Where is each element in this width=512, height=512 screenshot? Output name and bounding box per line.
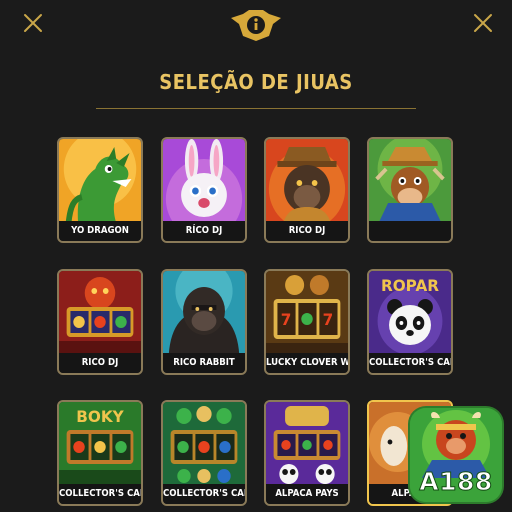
game-card-collectors-card[interactable]: ROPAR COLLECTOR'S CARD [367,269,453,375]
slot-gems-art [163,402,245,486]
game-card-rico-rabbit[interactable]: RICO RABBIT [161,269,247,375]
svg-text:ROPAR: ROPAR [381,276,439,295]
game-card-label: ALPACA PAYS [266,484,348,504]
ape-hat-art [266,139,348,223]
slot-lucky-panda-art [266,402,348,486]
game-card-label: RICO DJ [266,221,348,241]
svg-text:7: 7 [281,310,292,329]
close-icon[interactable] [472,12,494,34]
title-divider [96,108,416,109]
game-card-label: YO DRAGON [59,221,141,241]
dragon-art [59,139,141,223]
a188-logo-text: A188 [419,467,493,497]
cow-miner-art [369,139,451,223]
game-card-label: COLLECTOR'S CARD [369,353,451,373]
game-card-label: LUCKY CLOVER WILD [266,353,348,373]
game-card-label: RICO DJ [59,353,141,373]
svg-text:BOKY: BOKY [76,407,124,426]
page-title: SELEÇÃO DE JIUAS [159,70,353,94]
game-card-yo-dragon[interactable]: YO DRAGON [57,137,143,243]
game-card-rico-dj-3[interactable]: RICO DJ [57,269,143,375]
slot-boky-art: BOKY [59,402,141,486]
a188-app-badge[interactable]: A188 [410,408,502,502]
slot-red-art [59,271,141,355]
top-bar [0,0,512,60]
game-card-collectors-card-3[interactable]: COLLECTOR'S CARD [161,400,247,506]
game-card-label: RÍCO DJ [163,221,245,241]
rabbit-art [163,139,245,223]
game-card-label: COLLECTOR'S CARD [59,484,141,504]
panda-ropar-art: ROPAR [369,271,451,355]
game-card-rico-dj[interactable]: RÍCO DJ [161,137,247,243]
slot-gold-art: 7 7 [266,271,348,355]
game-card-alpaca-pays[interactable]: ALPACA PAYS [264,400,350,506]
game-card-rico-dj-2[interactable]: RICO DJ [264,137,350,243]
info-badge-icon[interactable] [229,8,283,42]
game-card-label: RICO RABBIT [163,353,245,373]
game-card-label [369,221,451,241]
game-card-collectors-card-2[interactable]: BOKY COLLECTOR'S CARD [57,400,143,506]
game-card-cow-miner[interactable] [367,137,453,243]
gorilla-art [163,271,245,355]
game-card-lucky-clover-wild[interactable]: 7 7 LUCKY CLOVER WILD [264,269,350,375]
svg-text:7: 7 [323,310,334,329]
game-card-label: COLLECTOR'S CARD [163,484,245,504]
close-icon[interactable] [22,12,44,34]
